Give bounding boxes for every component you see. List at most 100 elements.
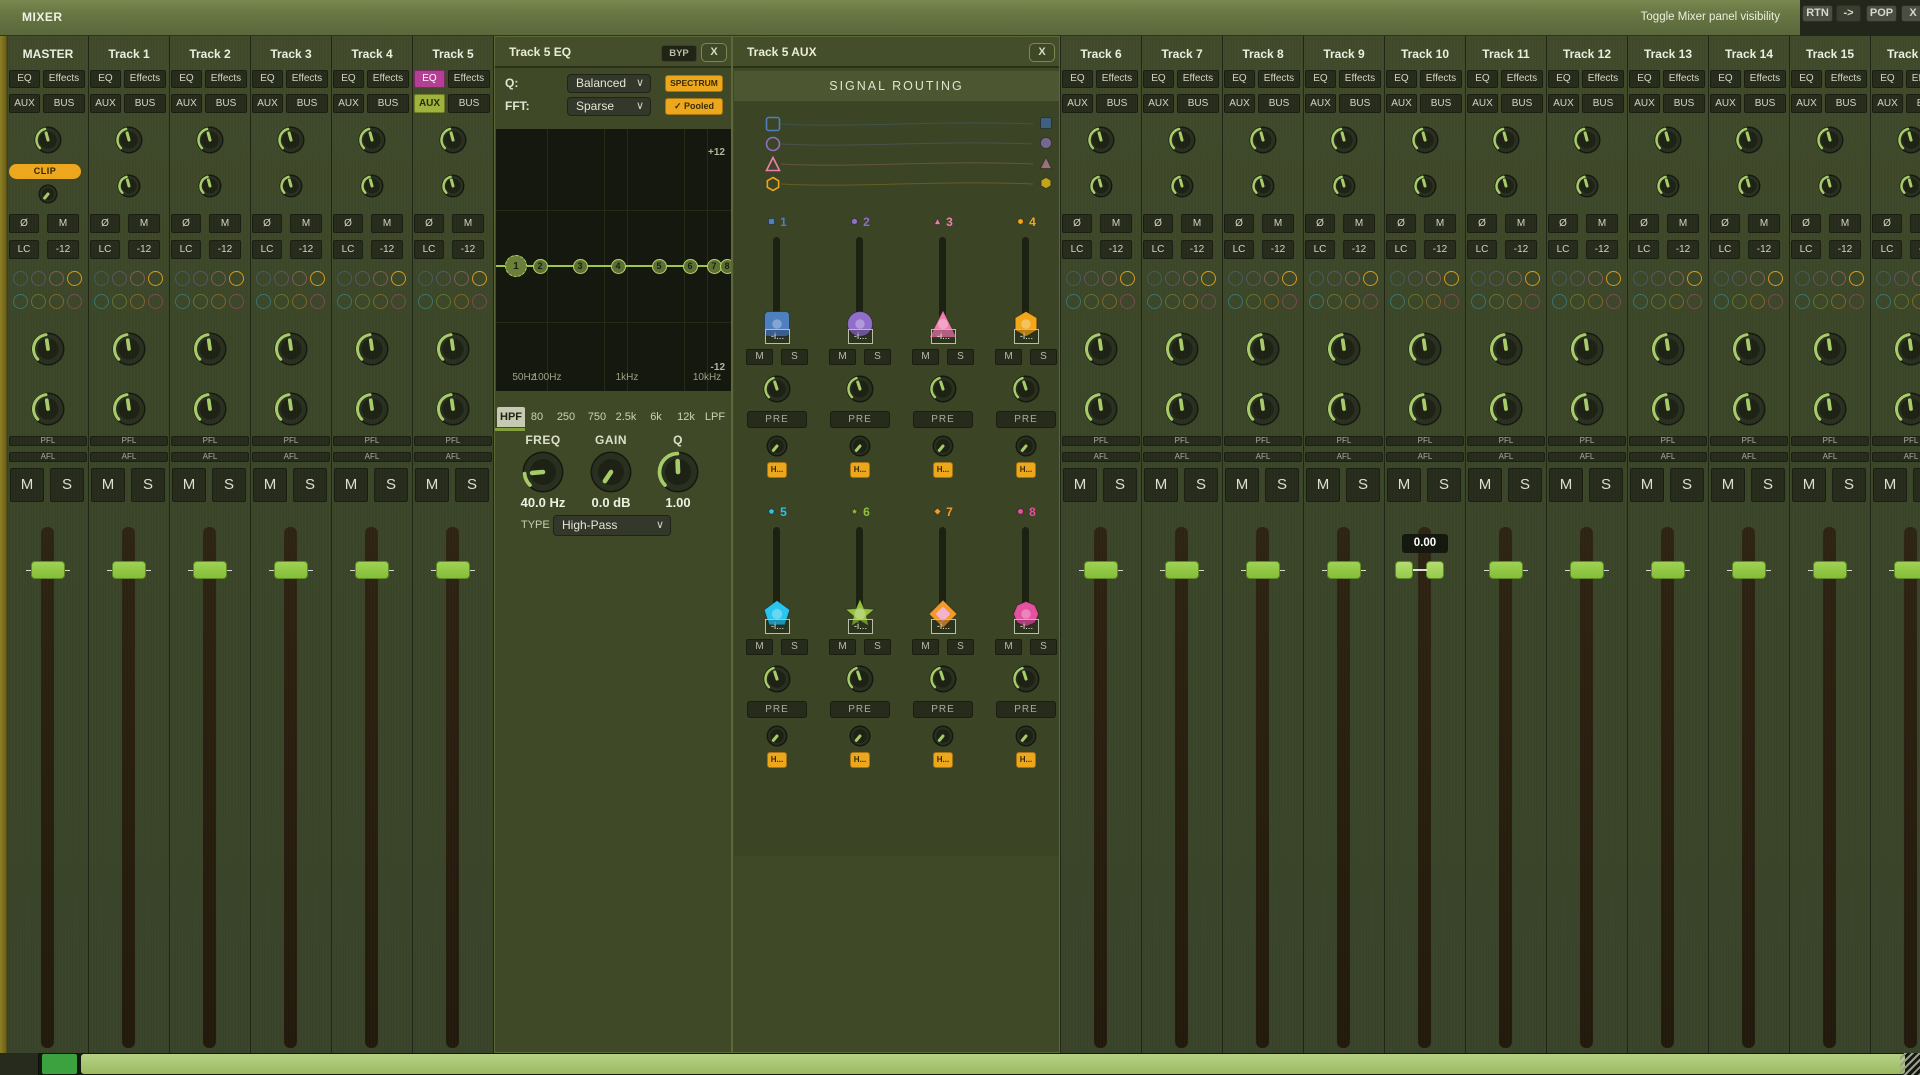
fader-handle[interactable] [1732,561,1766,579]
bus-button[interactable]: BUS [286,94,328,113]
low-cut-button[interactable]: LC [252,240,282,259]
effects-button[interactable]: Effects [286,70,328,88]
solo-button[interactable]: S [1670,468,1704,502]
aux-button[interactable]: AUX [1224,94,1255,113]
send-solo-button[interactable]: S [947,639,974,655]
input-gain-knob[interactable] [1492,126,1520,154]
fader-track[interactable] [41,527,54,1048]
aux-a-knob[interactable] [355,332,389,366]
pan-knob[interactable] [1656,174,1680,198]
bus-button[interactable]: BUS [1096,94,1138,113]
solo-button[interactable]: S [1427,468,1461,502]
mute-button[interactable]: M [415,468,449,502]
phase-button[interactable]: Ø [1143,214,1173,233]
phase-button[interactable]: Ø [1062,214,1092,233]
aux-a-knob[interactable] [1489,332,1523,366]
low-cut-button[interactable]: LC [1386,240,1416,259]
solo-button[interactable]: S [1913,468,1920,502]
low-cut-button[interactable]: LC [1062,240,1092,259]
phase-button[interactable]: Ø [90,214,120,233]
send-level-value[interactable]: -i... [931,619,956,634]
filter-type-dropdown[interactable]: High-Pass∨ [553,515,671,536]
aux-button[interactable]: AUX [1386,94,1417,113]
phase-button[interactable]: Ø [1467,214,1497,233]
send-key-button[interactable]: H... [933,462,953,478]
send-trim-knob[interactable] [1015,725,1037,747]
afl-button[interactable]: AFL [1872,452,1920,462]
send-solo-button[interactable]: S [1030,639,1057,655]
input-gain-knob[interactable] [115,126,143,154]
mono-button[interactable]: M [1343,214,1375,233]
mono-button[interactable]: M [1586,214,1618,233]
pre-fader-button[interactable]: PRE [830,701,890,718]
eq-button[interactable]: EQ [1791,70,1822,88]
aux-button[interactable]: AUX [1305,94,1336,113]
aux-button[interactable]: AUX [1710,94,1741,113]
phase-button[interactable]: Ø [171,214,201,233]
afl-button[interactable]: AFL [1710,452,1788,462]
phase-button[interactable]: Ø [1305,214,1335,233]
mute-button[interactable]: M [1306,468,1340,502]
send-pan-knob[interactable] [1012,665,1040,693]
aux-b-knob[interactable] [1246,392,1280,426]
low-cut-button[interactable]: LC [1467,240,1497,259]
low-cut-button[interactable]: LC [1548,240,1578,259]
mute-button[interactable]: M [1144,468,1178,502]
pfl-button[interactable]: PFL [1548,436,1626,446]
fader-handle[interactable] [1813,561,1847,579]
bus-button[interactable]: BUS [1177,94,1219,113]
mono-button[interactable]: M [1424,214,1456,233]
afl-button[interactable]: AFL [90,452,168,462]
mute-button[interactable]: M [1225,468,1259,502]
bus-button[interactable]: BUS [1663,94,1705,113]
bus-button[interactable]: BUS [1339,94,1381,113]
fader-track[interactable] [1337,527,1350,1048]
send-level-value[interactable]: -i... [848,619,873,634]
low-cut-button[interactable]: LC [414,240,444,259]
aux-a-knob[interactable] [1813,332,1847,366]
solo-button[interactable]: S [1589,468,1623,502]
effects-button[interactable]: Effects [1177,70,1219,88]
fader-track[interactable] [446,527,459,1048]
aux-b-knob[interactable] [436,392,470,426]
mute-button[interactable]: M [1711,468,1745,502]
gain-knob[interactable] [590,451,632,493]
solo-button[interactable]: S [1751,468,1785,502]
eq-button[interactable]: EQ [1143,70,1174,88]
send-pan-knob[interactable] [763,375,791,403]
aux-a-knob[interactable] [436,332,470,366]
band-tab-6k[interactable]: 6k [642,407,670,427]
bus-button[interactable]: BUS [367,94,409,113]
pfl-button[interactable]: PFL [1629,436,1707,446]
send-level-value[interactable]: -i... [1014,329,1039,344]
pfl-button[interactable]: PFL [171,436,249,446]
fader-handle-right[interactable] [1426,561,1444,579]
input-gain-knob[interactable] [1168,126,1196,154]
phase-button[interactable]: Ø [333,214,363,233]
aux-b-knob[interactable] [1651,392,1685,426]
send-key-button[interactable]: H... [1016,462,1036,478]
afl-button[interactable]: AFL [333,452,411,462]
effects-button[interactable]: Effects [1339,70,1381,88]
eq-band-node-3[interactable]: 3 [573,259,588,274]
aux-b-knob[interactable] [1084,392,1118,426]
master-trim-knob[interactable] [38,184,58,204]
eq-graph[interactable]: +12-121234567850Hz100Hz1kHz10kHz [496,129,731,391]
effects-button[interactable]: Effects [124,70,166,88]
fader-handle[interactable] [1327,561,1361,579]
mono-button[interactable]: M [1505,214,1537,233]
afl-button[interactable]: AFL [1386,452,1464,462]
phase-button[interactable]: Ø [1872,214,1902,233]
solo-button[interactable]: S [293,468,327,502]
solo-button[interactable]: S [1832,468,1866,502]
effects-button[interactable]: Effects [1582,70,1624,88]
pad-button[interactable]: -12 [452,240,484,259]
afl-button[interactable]: AFL [1548,452,1626,462]
pop-button[interactable]: POP [1866,5,1897,22]
aux-b-knob[interactable] [1327,392,1361,426]
input-gain-knob[interactable] [34,126,62,154]
mute-button[interactable]: M [1873,468,1907,502]
fader-track[interactable] [365,527,378,1048]
fader-track[interactable] [203,527,216,1048]
fader-track[interactable] [1175,527,1188,1048]
